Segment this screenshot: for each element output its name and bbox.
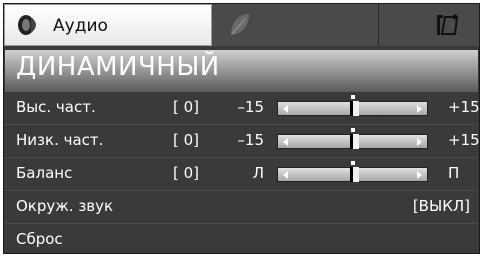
arrow-right-icon[interactable] bbox=[417, 171, 422, 179]
treble-slider[interactable] bbox=[277, 95, 428, 116]
tab-eco[interactable] bbox=[212, 4, 379, 46]
surround-label: Окруж. звук bbox=[16, 197, 114, 215]
reset-row[interactable]: Сброс bbox=[5, 223, 478, 256]
leaf-icon bbox=[228, 12, 252, 42]
slider-thumb[interactable] bbox=[349, 167, 359, 182]
surround-row[interactable]: Окруж. звук [ВЫКЛ] bbox=[5, 190, 478, 223]
bass-row[interactable]: Низк. част. [ 0] –15 +15 bbox=[5, 124, 480, 157]
treble-min-label: –15 bbox=[237, 98, 264, 116]
balance-slider[interactable] bbox=[277, 161, 428, 182]
arrow-left-icon[interactable] bbox=[283, 138, 288, 146]
center-tick bbox=[350, 128, 355, 132]
balance-label: Баланс bbox=[16, 164, 73, 182]
treble-label: Выс. част. bbox=[16, 98, 96, 116]
bass-max-label: +15 bbox=[448, 131, 480, 149]
center-tick bbox=[350, 161, 355, 165]
balance-row[interactable]: Баланс [ 0] Л П bbox=[5, 157, 478, 190]
tab-bar: Аудио bbox=[4, 4, 479, 46]
slider-thumb[interactable] bbox=[349, 101, 359, 116]
reset-label: Сброс bbox=[16, 230, 63, 248]
arrow-right-icon[interactable] bbox=[417, 105, 422, 113]
arrow-left-icon[interactable] bbox=[283, 171, 288, 179]
tools-icon bbox=[435, 13, 459, 41]
settings-list: Выс. част. [ 0] –15 +15 Низк. част. [ 0]… bbox=[5, 92, 480, 256]
balance-min-label: Л bbox=[252, 164, 264, 182]
balance-max-label: П bbox=[448, 164, 460, 182]
bass-slider[interactable] bbox=[277, 128, 428, 149]
slider-thumb[interactable] bbox=[349, 134, 359, 149]
treble-value: [ 0] bbox=[173, 98, 200, 116]
bass-min-label: –15 bbox=[237, 131, 264, 149]
bass-label: Низк. част. bbox=[16, 131, 104, 149]
treble-max-label: +15 bbox=[448, 98, 480, 116]
tab-audio-label: Аудио bbox=[53, 16, 108, 36]
treble-row[interactable]: Выс. част. [ 0] –15 +15 bbox=[5, 92, 480, 124]
preset-title: ДИНАМИЧНЫЙ bbox=[16, 52, 220, 82]
bass-value: [ 0] bbox=[173, 131, 200, 149]
surround-status: [ВЫКЛ] bbox=[412, 197, 470, 215]
arrow-left-icon[interactable] bbox=[283, 105, 288, 113]
speaker-icon bbox=[17, 13, 43, 41]
arrow-right-icon[interactable] bbox=[417, 138, 422, 146]
tab-audio[interactable]: Аудио bbox=[4, 4, 212, 46]
center-tick bbox=[350, 95, 355, 99]
balance-value: [ 0] bbox=[173, 164, 200, 182]
tab-setup[interactable] bbox=[379, 4, 479, 46]
